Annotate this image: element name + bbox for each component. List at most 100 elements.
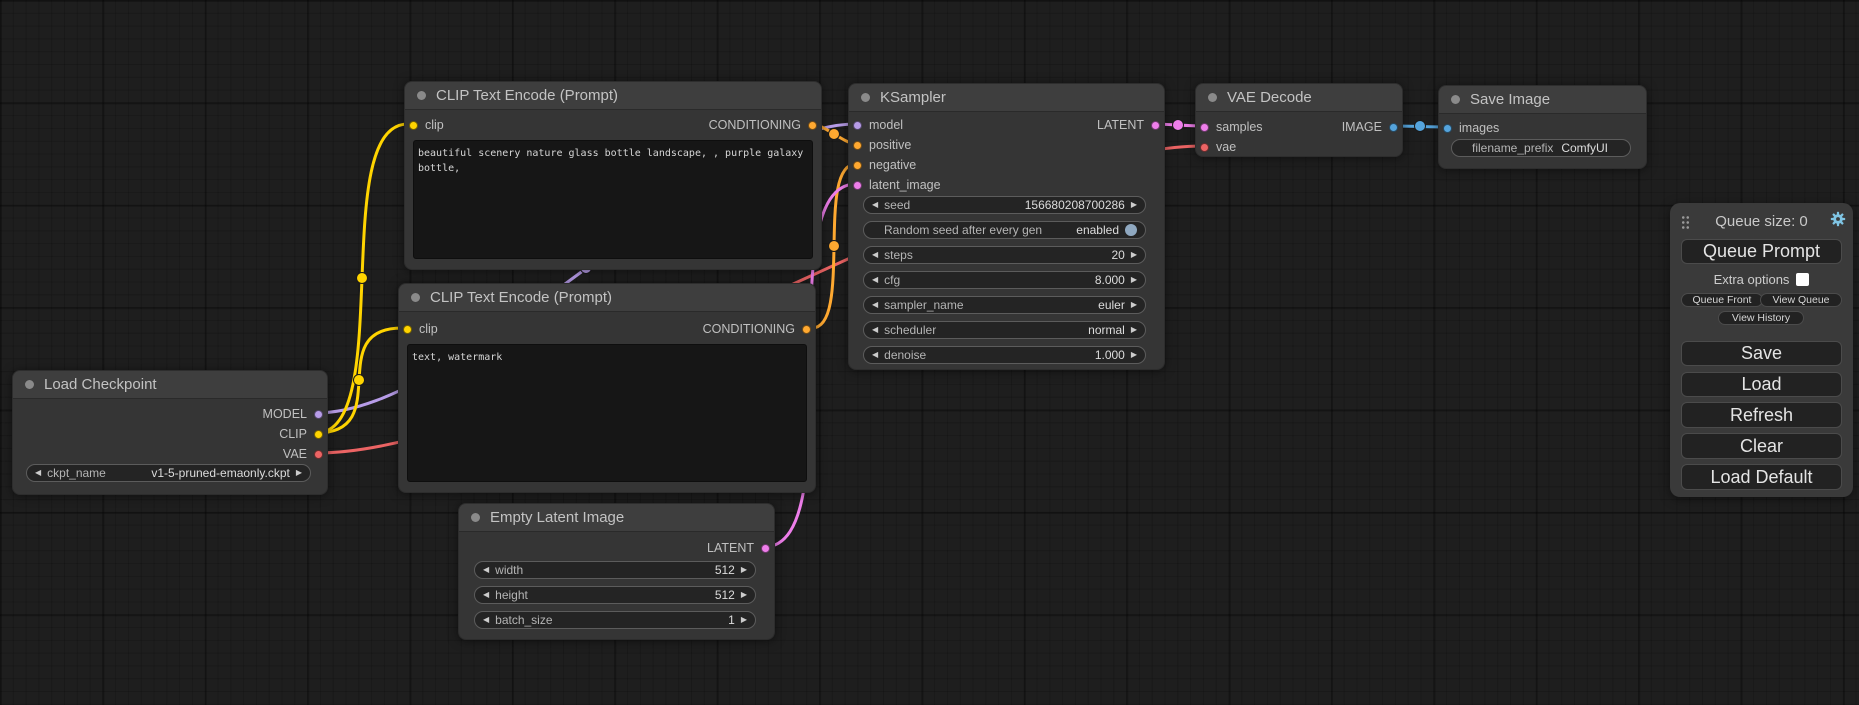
output-port-image[interactable]: IMAGE [1342, 120, 1398, 134]
decrement-arrow-icon[interactable]: ◀ [872, 201, 878, 209]
port-dot-conditioning[interactable] [802, 325, 811, 334]
link-dot[interactable] [354, 375, 365, 386]
filename-prefix-widget[interactable]: filename_prefix ComfyUI [1451, 139, 1631, 157]
node-title-bar[interactable]: Save Image [1439, 86, 1646, 114]
node-title-bar[interactable]: CLIP Text Encode (Prompt) [405, 82, 821, 110]
port-dot-model[interactable] [314, 410, 323, 419]
decrement-arrow-icon[interactable]: ◀ [483, 616, 489, 624]
port-dot-image[interactable] [1389, 123, 1398, 132]
port-dot-image[interactable] [1443, 124, 1452, 133]
increment-arrow-icon[interactable]: ▶ [741, 616, 747, 624]
input-port-images[interactable]: images [1443, 121, 1499, 135]
increment-arrow-icon[interactable]: ▶ [1131, 326, 1137, 334]
queue-prompt-button[interactable]: Queue Prompt [1681, 239, 1842, 264]
seed-widget[interactable]: ◀ seed 156680208700286 ▶ [863, 196, 1146, 214]
node-clip-text-encode-positive[interactable]: CLIP Text Encode (Prompt) clip CONDITION… [404, 81, 822, 270]
input-port-positive[interactable]: positive [853, 138, 911, 152]
save-button[interactable]: Save [1681, 341, 1842, 366]
decrement-arrow-icon[interactable]: ◀ [483, 591, 489, 599]
clear-button[interactable]: Clear [1681, 433, 1842, 459]
collapse-dot[interactable] [1208, 93, 1217, 102]
decrement-arrow-icon[interactable]: ◀ [872, 251, 878, 259]
node-empty-latent-image[interactable]: Empty Latent Image LATENT ◀ width 512 ▶ … [458, 503, 775, 640]
scheduler-widget[interactable]: ◀ scheduler normal ▶ [863, 321, 1146, 339]
increment-arrow-icon[interactable]: ▶ [741, 566, 747, 574]
decrement-arrow-icon[interactable]: ◀ [872, 276, 878, 284]
node-title-bar[interactable]: VAE Decode [1196, 84, 1402, 112]
increment-arrow-icon[interactable]: ▶ [1131, 351, 1137, 359]
increment-arrow-icon[interactable]: ▶ [1131, 276, 1137, 284]
denoise-widget[interactable]: ◀ denoise 1.000 ▶ [863, 346, 1146, 364]
port-dot-latent[interactable] [1151, 121, 1160, 130]
node-clip-text-encode-negative[interactable]: CLIP Text Encode (Prompt) clip CONDITION… [398, 283, 816, 493]
link-dot[interactable] [1415, 121, 1426, 132]
port-dot-model[interactable] [853, 121, 862, 130]
output-port-conditioning[interactable]: CONDITIONING [703, 322, 811, 336]
node-load-checkpoint[interactable]: Load Checkpoint MODEL CLIP VAE ◀ ckpt_na… [12, 370, 328, 495]
port-dot-vae[interactable] [314, 450, 323, 459]
node-title-bar[interactable]: Empty Latent Image [459, 504, 774, 532]
output-port-clip[interactable]: CLIP [279, 427, 323, 441]
batch-size-widget[interactable]: ◀ batch_size 1 ▶ [474, 611, 756, 629]
node-save-image[interactable]: Save Image images filename_prefix ComfyU… [1438, 85, 1647, 169]
input-port-negative[interactable]: negative [853, 158, 916, 172]
collapse-dot[interactable] [25, 380, 34, 389]
port-dot-clip[interactable] [409, 121, 418, 130]
increment-arrow-icon[interactable]: ▶ [1131, 301, 1137, 309]
input-port-model[interactable]: model [853, 118, 903, 132]
input-port-vae[interactable]: vae [1200, 140, 1236, 154]
increment-arrow-icon[interactable]: ▶ [1131, 251, 1137, 259]
node-title-bar[interactable]: Load Checkpoint [13, 371, 327, 399]
port-dot-conditioning[interactable] [808, 121, 817, 130]
decrement-arrow-icon[interactable]: ◀ [483, 566, 489, 574]
link-dot[interactable] [1173, 120, 1184, 131]
decrement-arrow-icon[interactable]: ◀ [872, 351, 878, 359]
port-dot-conditioning[interactable] [853, 161, 862, 170]
cfg-widget[interactable]: ◀ cfg 8.000 ▶ [863, 271, 1146, 289]
collapse-dot[interactable] [417, 91, 426, 100]
input-port-latent-image[interactable]: latent_image [853, 178, 941, 192]
link-dot[interactable] [829, 241, 840, 252]
port-dot-latent[interactable] [1200, 123, 1209, 132]
decrement-arrow-icon[interactable]: ◀ [872, 301, 878, 309]
node-ksampler[interactable]: KSampler model LATENT positive negative … [848, 83, 1165, 370]
increment-arrow-icon[interactable]: ▶ [741, 591, 747, 599]
queue-front-button[interactable]: Queue Front [1681, 293, 1763, 307]
ckpt-name-widget[interactable]: ◀ ckpt_name v1-5-pruned-emaonly.ckpt ▶ [26, 464, 311, 482]
output-port-model[interactable]: MODEL [263, 407, 323, 421]
node-graph-canvas[interactable]: Load Checkpoint MODEL CLIP VAE ◀ ckpt_na… [0, 0, 1859, 705]
port-dot-conditioning[interactable] [853, 141, 862, 150]
port-dot-latent[interactable] [853, 181, 862, 190]
link-dot[interactable] [357, 273, 368, 284]
refresh-button[interactable]: Refresh [1681, 402, 1842, 428]
width-widget[interactable]: ◀ width 512 ▶ [474, 561, 756, 579]
decrement-arrow-icon[interactable]: ◀ [872, 326, 878, 334]
link-dot[interactable] [829, 129, 840, 140]
random-seed-widget[interactable]: Random seed after every gen enabled [863, 221, 1146, 239]
output-port-vae[interactable]: VAE [283, 447, 323, 461]
input-port-clip[interactable]: clip [403, 322, 438, 336]
input-port-samples[interactable]: samples [1200, 120, 1263, 134]
sampler-name-widget[interactable]: ◀ sampler_name euler ▶ [863, 296, 1146, 314]
port-dot-vae[interactable] [1200, 143, 1209, 152]
collapse-dot[interactable] [411, 293, 420, 302]
increment-arrow-icon[interactable]: ▶ [1131, 201, 1137, 209]
collapse-dot[interactable] [861, 93, 870, 102]
output-port-latent[interactable]: LATENT [1097, 118, 1160, 132]
extra-options-checkbox[interactable] [1796, 273, 1809, 286]
view-queue-button[interactable]: View Queue [1760, 293, 1842, 307]
load-button[interactable]: Load [1681, 372, 1842, 397]
gear-icon[interactable] [1830, 211, 1846, 227]
load-default-button[interactable]: Load Default [1681, 464, 1842, 490]
prompt-text-area[interactable]: beautiful scenery nature glass bottle la… [413, 140, 813, 259]
height-widget[interactable]: ◀ height 512 ▶ [474, 586, 756, 604]
node-title-bar[interactable]: CLIP Text Encode (Prompt) [399, 284, 815, 312]
prompt-text-area[interactable]: text, watermark [407, 344, 807, 482]
output-port-conditioning[interactable]: CONDITIONING [709, 118, 817, 132]
port-dot-latent[interactable] [761, 544, 770, 553]
port-dot-clip[interactable] [314, 430, 323, 439]
steps-widget[interactable]: ◀ steps 20 ▶ [863, 246, 1146, 264]
view-history-button[interactable]: View History [1718, 311, 1804, 325]
decrement-arrow-icon[interactable]: ◀ [35, 469, 41, 477]
port-dot-clip[interactable] [403, 325, 412, 334]
